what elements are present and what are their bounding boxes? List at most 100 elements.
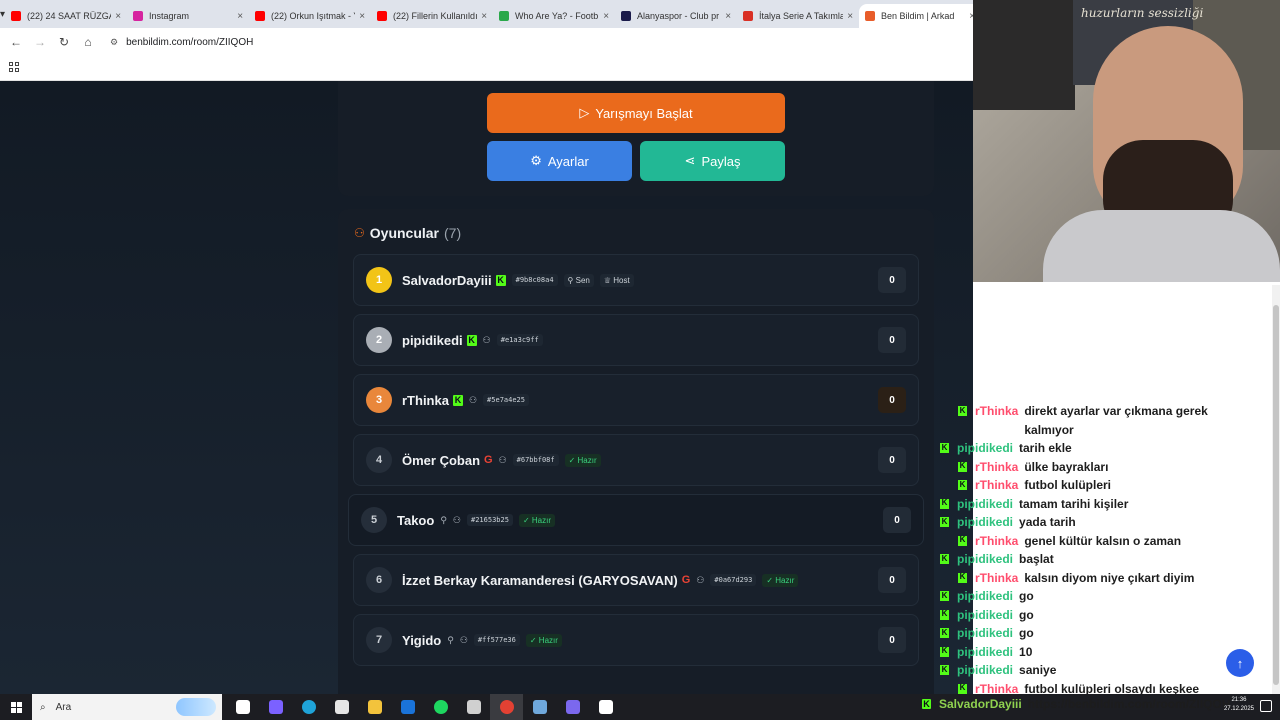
chat-message: KrThinka direkt ayarlar var çıkmana gerek… bbox=[940, 402, 1240, 439]
url-field[interactable]: ⚙ benbildim.com/room/ZIIQOH bbox=[110, 37, 253, 48]
browser-tab-title: İtalya Serie A Takımla bbox=[759, 11, 844, 21]
browser-tab-title: Ben Bildim | Arkad bbox=[881, 11, 955, 21]
player-row[interactable]: 7 Yigido ⚲ ⚇ #ff577e36 ✓ Hazır 0 bbox=[353, 614, 919, 666]
forward-icon[interactable]: → bbox=[28, 35, 52, 49]
browser-tab[interactable]: Who Are Ya? - Footb × bbox=[493, 4, 615, 28]
chat-username[interactable]: pipidikedi bbox=[957, 661, 1013, 680]
favicon-icon bbox=[621, 11, 632, 21]
kick-icon: K bbox=[940, 590, 949, 601]
notification-icon[interactable] bbox=[1260, 700, 1272, 712]
scroll-up-button[interactable]: ↑ bbox=[1226, 649, 1254, 677]
chat-username[interactable]: pipidikedi bbox=[957, 550, 1013, 569]
discord-icon[interactable] bbox=[556, 694, 589, 720]
player-row[interactable]: 4 Ömer Çoban G ⚇ #67bbf08f ✓ Hazır 0 bbox=[353, 434, 919, 486]
badge-label: Sen bbox=[575, 275, 590, 285]
user-icon: ⚲ bbox=[440, 514, 447, 525]
browser-tab[interactable]: Alanyaspor - Club pr × bbox=[615, 4, 737, 28]
close-tab-icon[interactable]: × bbox=[115, 11, 121, 22]
badge-label: Host bbox=[613, 275, 630, 285]
share-button[interactable]: ⋖ Paylaş bbox=[640, 141, 785, 181]
chat-username[interactable]: pipidikedi bbox=[957, 606, 1013, 625]
copilot-icon[interactable] bbox=[259, 694, 292, 720]
close-tab-icon[interactable]: × bbox=[359, 11, 365, 22]
store-icon[interactable] bbox=[325, 694, 358, 720]
settings-button[interactable]: ⚙ Ayarlar bbox=[487, 141, 632, 181]
browser-tab[interactable]: (22) Fillerin Kullanıldı × bbox=[371, 4, 493, 28]
home-icon[interactable]: ⌂ bbox=[76, 35, 100, 49]
players-count: (7) bbox=[444, 225, 462, 241]
steam-like-icon[interactable] bbox=[457, 694, 490, 720]
edge-icon[interactable] bbox=[292, 694, 325, 720]
search-placeholder: Ara bbox=[55, 701, 72, 713]
player-row[interactable]: 3 rThinka K ⚇ #5e7a4e25 0 bbox=[353, 374, 919, 426]
site-info-icon[interactable]: ⚙ bbox=[110, 37, 118, 48]
explorer-icon[interactable] bbox=[358, 694, 391, 720]
taskbar-search[interactable]: ⌕ Ara bbox=[32, 694, 222, 720]
chat-message: Kpipidikedi tamam tarihi kişiler bbox=[940, 495, 1240, 514]
add-friend-icon[interactable]: ⚇ bbox=[696, 575, 704, 586]
kick-icon: K bbox=[958, 405, 967, 416]
chat-text: saniye bbox=[1019, 663, 1057, 677]
add-friend-icon[interactable]: ⚇ bbox=[460, 635, 468, 646]
close-tab-icon[interactable]: × bbox=[725, 11, 731, 22]
ready-badge: ✓ Hazır bbox=[518, 513, 555, 527]
favicon-icon bbox=[743, 11, 754, 21]
kick-icon: K bbox=[940, 516, 949, 527]
kick-icon: K bbox=[940, 664, 949, 675]
player-row[interactable]: 5 Takoo ⚲ ⚇ #21653b25 ✓ Hazır 0 bbox=[348, 494, 924, 546]
reload-icon[interactable]: ↻ bbox=[52, 35, 76, 49]
player-row[interactable]: 2 pipidikedi K ⚇ #e1a3c9ff 0 bbox=[353, 314, 919, 366]
back-icon[interactable]: ← bbox=[4, 35, 28, 49]
chat-username[interactable]: rThinka bbox=[975, 476, 1018, 495]
chat-text: yada tarih bbox=[1019, 515, 1076, 529]
player-row[interactable]: 6 İzzet Berkay Karamanderesi (GARYOSAVAN)… bbox=[353, 554, 919, 606]
task-view-icon[interactable] bbox=[226, 694, 259, 720]
apps-grid-icon[interactable] bbox=[9, 62, 19, 72]
browser-tab[interactable]: İtalya Serie A Takımla × bbox=[737, 4, 859, 28]
browser-tab-title: Alanyaspor - Club pr bbox=[637, 11, 720, 21]
player-row[interactable]: 1 SalvadorDayiii K #9b8c08a4 ⚲ Sen ♕ Host 0 bbox=[353, 254, 919, 306]
close-tab-icon[interactable]: × bbox=[603, 11, 609, 22]
app-icon[interactable] bbox=[523, 694, 556, 720]
check-icon: ✓ bbox=[529, 635, 539, 645]
spotify-icon[interactable] bbox=[424, 694, 457, 720]
kick-icon: K bbox=[940, 498, 949, 509]
browser-tab[interactable]: Ben Bildim | Arkad× bbox=[859, 4, 982, 28]
chat-username[interactable]: pipidikedi bbox=[957, 495, 1013, 514]
chat-username[interactable]: rThinka bbox=[975, 458, 1018, 477]
add-friend-icon[interactable]: ⚇ bbox=[483, 335, 491, 346]
outlook-icon[interactable] bbox=[391, 694, 424, 720]
webcam-overlay: huzurların sessizliği bbox=[973, 0, 1280, 282]
epic-icon[interactable] bbox=[589, 694, 622, 720]
chat-username[interactable]: rThinka bbox=[975, 569, 1018, 588]
chat-username[interactable]: pipidikedi bbox=[957, 587, 1013, 606]
player-name: İzzet Berkay Karamanderesi (GARYOSAVAN) bbox=[402, 572, 678, 588]
chat-text: başlat bbox=[1019, 552, 1054, 566]
chat-username[interactable]: pipidikedi bbox=[957, 513, 1013, 532]
browser-tab[interactable]: Instagram × bbox=[127, 4, 249, 28]
players-title: Oyuncular bbox=[369, 225, 440, 241]
player-name: SalvadorDayiii bbox=[402, 272, 492, 288]
add-friend-icon[interactable]: ⚇ bbox=[499, 455, 507, 466]
chat-message: KrThinka ülke bayrakları bbox=[940, 458, 1240, 477]
add-friend-icon[interactable]: ⚇ bbox=[453, 515, 461, 526]
start-quiz-button[interactable]: ▷ Yarışmayı Başlat bbox=[487, 93, 785, 133]
chat-scrollbar[interactable] bbox=[1272, 285, 1280, 694]
browser-tab[interactable]: (22) Orkun Işıtmak - Y × bbox=[249, 4, 371, 28]
add-friend-icon[interactable]: ⚇ bbox=[469, 395, 477, 406]
chat-username[interactable]: pipidikedi bbox=[957, 643, 1013, 662]
chat-username[interactable]: pipidikedi bbox=[957, 624, 1013, 643]
system-clock[interactable]: 21:36 27.12.2025 bbox=[1224, 696, 1254, 714]
chrome-icon[interactable] bbox=[490, 694, 523, 720]
close-tab-icon[interactable]: × bbox=[847, 11, 853, 22]
close-tab-icon[interactable]: × bbox=[481, 11, 487, 22]
chat-username[interactable]: rThinka bbox=[975, 532, 1018, 551]
close-tab-icon[interactable]: × bbox=[237, 11, 243, 22]
kick-icon: K bbox=[940, 609, 949, 620]
play-icon: ▷ bbox=[579, 105, 590, 120]
chat-username[interactable]: pipidikedi bbox=[957, 439, 1013, 458]
chat-message: Kpipidikedi yada tarih bbox=[940, 513, 1240, 532]
start-button[interactable] bbox=[0, 694, 32, 720]
browser-tab[interactable]: (22) 24 SAAT RÜZGAR × bbox=[5, 4, 127, 28]
chat-username[interactable]: rThinka bbox=[975, 402, 1018, 439]
